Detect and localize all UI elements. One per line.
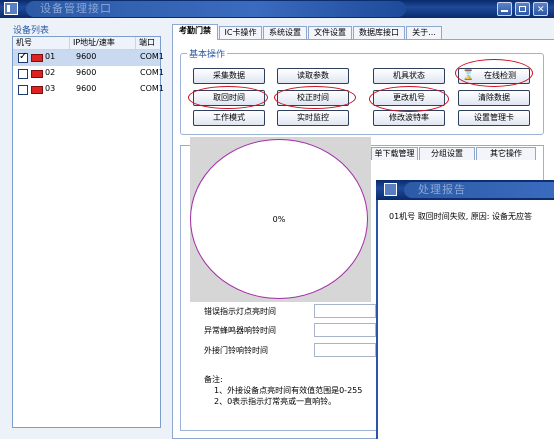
- device-row[interactable]: 01 9600 COM1: [13, 50, 164, 66]
- device-port: COM1: [140, 68, 164, 77]
- progress-percent: 0%: [272, 215, 286, 224]
- device-checkbox[interactable]: [18, 85, 28, 95]
- get-time-button[interactable]: 取回时间: [193, 90, 265, 106]
- clear-data-button[interactable]: 清除数据: [458, 90, 530, 106]
- basic-operations-title: 基本操作: [187, 47, 228, 60]
- tab-other-operations[interactable]: 其它操作: [476, 147, 536, 160]
- device-icon: [31, 54, 43, 62]
- work-mode-button[interactable]: 工作模式: [193, 110, 265, 126]
- hourglass-icon: ⌛: [462, 70, 475, 81]
- dialog-app-icon: [384, 183, 397, 196]
- realtime-monitor-button[interactable]: 实时监控: [277, 110, 349, 126]
- device-port: COM1: [140, 52, 164, 61]
- device-port: COM1: [140, 84, 164, 93]
- device-checkbox[interactable]: [18, 51, 28, 63]
- read-params-button[interactable]: 读取参数: [277, 68, 349, 84]
- change-device-no-button[interactable]: 更改机号: [373, 90, 445, 106]
- device-row[interactable]: 02 9600 COM1: [13, 66, 164, 82]
- device-no: 01: [45, 52, 56, 61]
- collect-data-button[interactable]: 采集数据: [193, 68, 265, 84]
- online-check-button[interactable]: ⌛ 在线检测: [458, 68, 530, 84]
- device-list-header: 机号 IP地址/速率 端口: [13, 37, 160, 50]
- tab-system-settings[interactable]: 系统设置: [263, 26, 307, 39]
- column-header-addr[interactable]: IP地址/速率: [70, 37, 136, 50]
- maximize-button[interactable]: [515, 2, 530, 16]
- doorbell-time-input[interactable]: [314, 343, 376, 357]
- device-no: 02: [45, 68, 56, 77]
- buzzer-time-input[interactable]: [314, 323, 376, 337]
- column-header-port[interactable]: 端口: [136, 37, 160, 50]
- device-list[interactable]: 机号 IP地址/速率 端口 01 9600 COM1 02 9600 COM1 …: [12, 36, 164, 428]
- online-check-label: 在线检测: [484, 71, 516, 80]
- app-icon: [4, 2, 18, 15]
- notes-title: 备注:: [204, 375, 223, 384]
- notes-line-1: 1、外接设备点亮时间有效值范围是0-255: [214, 386, 363, 395]
- tab-attendance[interactable]: 考勤门禁: [172, 24, 218, 40]
- error-led-time-input[interactable]: [314, 304, 376, 318]
- device-icon: [31, 86, 43, 94]
- notes-line-2: 2、0表示指示灯常亮或一直响铃。: [214, 397, 337, 406]
- device-row[interactable]: 03 9600 COM1: [13, 82, 164, 98]
- close-icon: ✕: [537, 5, 545, 15]
- tab-file-settings[interactable]: 文件设置: [308, 26, 352, 39]
- set-admin-card-button[interactable]: 设置管理卡: [458, 110, 530, 126]
- tab-database[interactable]: 数据库接口: [353, 26, 405, 39]
- maximize-icon: [519, 6, 526, 12]
- device-status-button[interactable]: 机具状态: [373, 68, 445, 84]
- minimize-icon: [501, 10, 508, 12]
- column-header-no[interactable]: 机号: [13, 37, 70, 50]
- change-baud-rate-button[interactable]: 修改波特率: [373, 110, 445, 126]
- device-icon: [31, 70, 43, 78]
- field-label-doorbell: 外接门铃响铃时间: [204, 346, 268, 355]
- device-checkbox[interactable]: [18, 69, 28, 79]
- device-addr: 9600: [76, 52, 97, 61]
- field-label-buzzer: 异常蜂鸣器响铃时间: [204, 326, 276, 335]
- report-dialog-title: 处理报告: [404, 182, 554, 198]
- field-label-error-led: 错误指示灯点亮时间: [204, 307, 276, 316]
- minimize-button[interactable]: [497, 2, 512, 16]
- close-button[interactable]: ✕: [533, 2, 548, 16]
- tab-group-settings[interactable]: 分组设置: [419, 147, 475, 160]
- report-message: 01机号 取回时间失败, 原因: 设备无应答: [389, 212, 533, 221]
- sync-time-button[interactable]: 校正时间: [277, 90, 349, 106]
- device-list-title: 设备列表: [13, 26, 50, 36]
- device-addr: 9600: [76, 68, 97, 77]
- device-addr: 9600: [76, 84, 97, 93]
- tab-about[interactable]: 关于...: [406, 26, 442, 39]
- window-title: 设备管理接口: [26, 1, 406, 17]
- device-no: 03: [45, 84, 56, 93]
- tab-ic-card[interactable]: IC卡操作: [219, 26, 262, 39]
- tab-download-management[interactable]: 单下载管理: [371, 147, 418, 160]
